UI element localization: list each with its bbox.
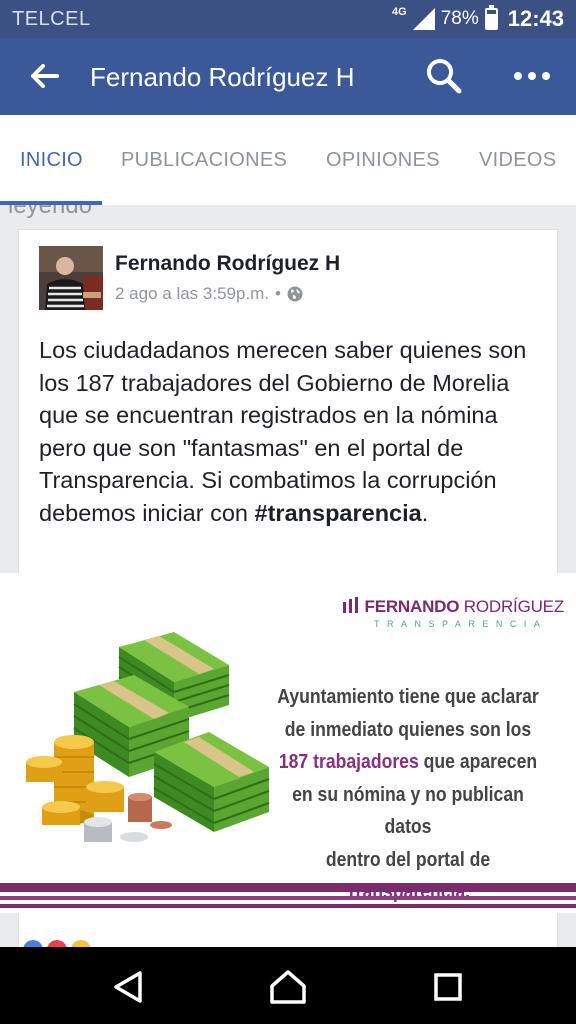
headline-line-5-rest: dentro del portal de bbox=[325, 848, 491, 871]
battery-icon bbox=[484, 5, 498, 30]
post-card: Fernando Rodríguez H 2 ago a las 3:59p.m… bbox=[18, 229, 558, 579]
app-bar: Fernando Rodríguez H bbox=[0, 38, 576, 115]
brand-logo: FERNANDO RODRÍGUEZ TRANSPARENCIA bbox=[342, 597, 564, 629]
back-arrow-icon[interactable] bbox=[26, 58, 62, 94]
headline-line-4: en su nómina y no publican datos bbox=[292, 783, 524, 839]
tab-inicio[interactable]: INICIO bbox=[20, 149, 83, 172]
clock: 12:43 bbox=[507, 6, 564, 31]
signal-icon bbox=[412, 8, 435, 30]
back-triangle-icon[interactable] bbox=[108, 967, 148, 1007]
money-stack-right bbox=[153, 732, 270, 832]
brand-bars-icon bbox=[343, 597, 358, 613]
post-body: Los ciudadadanos merecen saber quienes s… bbox=[39, 337, 527, 526]
headline-line-1: Ayuntamiento tiene que aclarar bbox=[277, 686, 539, 708]
more-dots-icon[interactable] bbox=[510, 58, 554, 94]
globe-icon bbox=[287, 286, 303, 302]
post-meta: 2 ago a las 3:59p.m. • bbox=[115, 284, 303, 304]
battery-percent: 78% bbox=[440, 8, 479, 29]
brand-last-name: RODRÍGUEZ bbox=[463, 597, 564, 616]
tab-publicaciones[interactable]: PUBLICACIONES bbox=[121, 149, 287, 172]
brand-name: FERNANDO RODRÍGUEZ bbox=[342, 597, 564, 617]
tab-videos[interactable]: VIDEOS bbox=[479, 149, 556, 172]
status-icons: 4G 78% 12:43 bbox=[392, 4, 564, 34]
previous-post-peek: leyendo bbox=[0, 205, 576, 225]
network-type-label: 4G bbox=[392, 6, 407, 18]
carrier-label: TELCEL bbox=[12, 8, 91, 30]
home-icon[interactable] bbox=[268, 967, 308, 1007]
post-footer bbox=[18, 913, 558, 960]
post-image[interactable]: FERNANDO RODRÍGUEZ TRANSPARENCIA Ayuntam… bbox=[0, 573, 576, 913]
post-author[interactable]: Fernando Rodríguez H bbox=[115, 252, 340, 276]
page-title: Fernando Rodríguez H bbox=[90, 62, 355, 92]
search-icon[interactable] bbox=[424, 56, 464, 96]
headline-accent-count: 187 trabajadores bbox=[278, 751, 419, 773]
avatar-photo bbox=[39, 246, 103, 310]
recents-square-icon[interactable] bbox=[428, 967, 468, 1007]
brand-subtitle: TRANSPARENCIA bbox=[374, 619, 548, 629]
brand-first-name: FERNANDO bbox=[364, 597, 460, 616]
post-text-end: . bbox=[421, 499, 429, 526]
post-timestamp[interactable]: 2 ago a las 3:59p.m. bbox=[115, 284, 269, 304]
status-bar: TELCEL 4G 78% 12:43 bbox=[0, 0, 576, 38]
tab-opiniones[interactable]: OPINIONES bbox=[326, 149, 440, 172]
post-text: Los ciudadadanos merecen saber quienes s… bbox=[39, 334, 549, 529]
money-illustration bbox=[26, 632, 270, 842]
headline-line-2: de inmediato quienes son los bbox=[284, 718, 532, 741]
banner-stripes bbox=[0, 879, 576, 913]
hashtag-link[interactable]: #transparencia bbox=[255, 500, 422, 526]
profile-tabs: INICIO PUBLICACIONES OPINIONES VIDEOS bbox=[0, 115, 576, 205]
headline-line-3: 187 trabajadores que aparecen bbox=[276, 746, 540, 779]
system-nav-bar bbox=[0, 947, 576, 1024]
avatar[interactable] bbox=[39, 246, 103, 310]
banner-headline: Ayuntamiento tiene que aclarar de inmedi… bbox=[276, 681, 540, 909]
previous-post-text: leyendo bbox=[8, 205, 93, 219]
meta-separator: • bbox=[275, 284, 281, 303]
headline-line-3-rest: que aparecen bbox=[418, 751, 538, 773]
